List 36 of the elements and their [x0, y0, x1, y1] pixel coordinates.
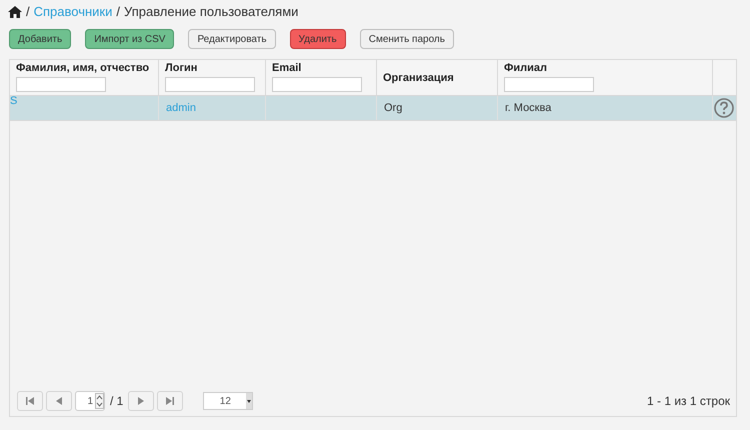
breadcrumb-separator: / — [26, 3, 30, 22]
next-icon — [138, 397, 144, 405]
rows-summary: 1 - 1 из 1 строк — [647, 393, 730, 410]
previous-page-button[interactable] — [46, 391, 72, 411]
table-cell-text: г. Москва — [505, 100, 552, 116]
spinner-icon — [95, 393, 104, 409]
next-page-button[interactable] — [128, 391, 154, 411]
column-header: Организация — [383, 70, 455, 84]
dropdown-icon — [246, 393, 252, 409]
toolbar-button[interactable]: Добавить — [9, 29, 72, 49]
toolbar-button[interactable]: Удалить — [290, 29, 346, 49]
table-row[interactable]: S admin Org г. Москва — [10, 96, 736, 121]
filter-field[interactable] — [16, 77, 106, 92]
toolbar-button[interactable]: Импорт из CSV — [85, 29, 174, 49]
page-title: Управление пользователями — [124, 3, 298, 22]
toolbar-button[interactable]: Редактировать — [188, 29, 276, 49]
column-header: Фамилия, имя, отчество — [16, 61, 150, 75]
first-page-button[interactable] — [17, 391, 43, 411]
page-size-select[interactable]: 12 — [203, 392, 254, 410]
help-icon[interactable] — [714, 98, 734, 118]
breadcrumb-separator: / — [116, 3, 120, 22]
column-header: Email — [272, 61, 302, 75]
home-icon[interactable] — [8, 6, 22, 18]
column-header: Логин — [165, 61, 198, 75]
last-page-button[interactable] — [157, 391, 184, 411]
column-header: Филиал — [504, 61, 548, 75]
first-page-icon — [26, 397, 34, 405]
filter-field[interactable] — [165, 77, 255, 92]
filter-field[interactable] — [504, 77, 594, 92]
filter-field[interactable] — [272, 77, 362, 92]
table-cell-text: Org — [384, 100, 402, 116]
previous-icon — [56, 397, 62, 405]
page-field[interactable]: 1 — [75, 391, 105, 411]
page-total: / 1 — [109, 393, 124, 410]
last-page-icon — [166, 397, 174, 405]
toolbar-button[interactable]: Сменить пароль — [360, 29, 454, 49]
